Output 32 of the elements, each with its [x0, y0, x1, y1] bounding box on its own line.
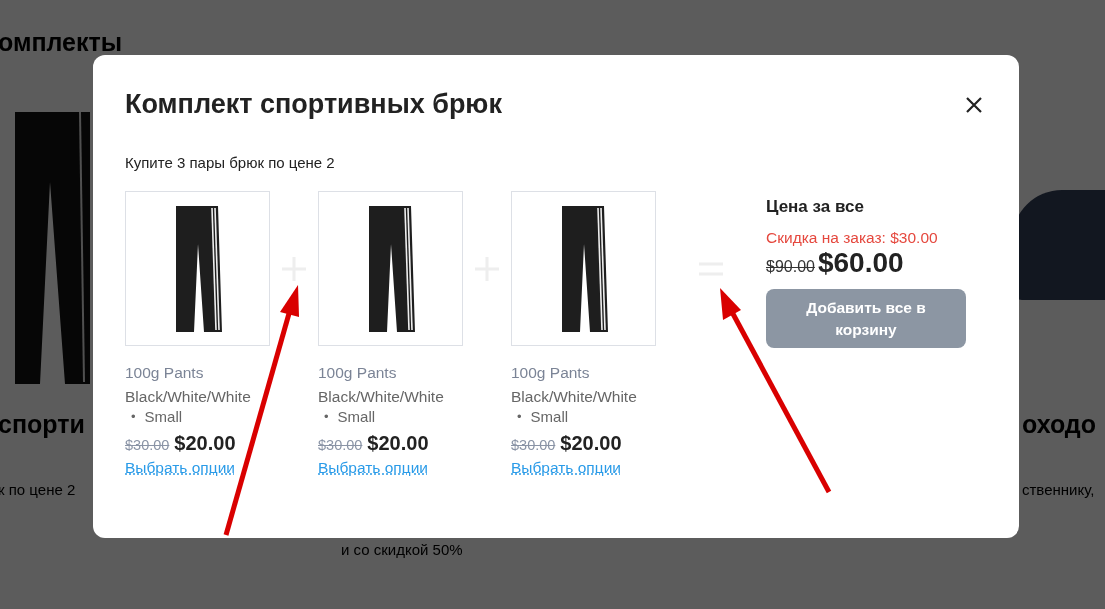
- product-variant: Black/White/White: [511, 388, 638, 406]
- old-price: $30.00: [318, 437, 363, 453]
- bundle-description: Купите 3 пары брюк по цене 2: [125, 154, 336, 171]
- discount-text: Скидка на заказ: $30.00: [766, 229, 939, 247]
- product-name: 100g Pants: [318, 364, 398, 382]
- old-price: $30.00: [511, 437, 556, 453]
- sale-price: $20.00: [367, 432, 429, 455]
- sale-price: $20.00: [560, 432, 622, 455]
- old-total: $90.00: [766, 258, 815, 276]
- product-variant: Black/White/White: [318, 388, 445, 406]
- dialog-title: Комплект спортивных брюк: [125, 89, 502, 120]
- add-all-to-cart-button[interactable]: Добавить все в корзину: [766, 289, 966, 348]
- product-description: и со скидкой 50%: [341, 541, 463, 558]
- product-size: Small: [337, 408, 376, 426]
- bullet-mark: •: [324, 408, 329, 426]
- total-heading: Цена за все: [766, 197, 865, 217]
- product-size: Small: [144, 408, 183, 426]
- bullet-mark: •: [517, 408, 522, 426]
- close-icon: [965, 95, 983, 114]
- old-price: $30.00: [125, 437, 170, 453]
- sale-price: $20.00: [174, 432, 236, 455]
- options-link[interactable]: Выбрать опции: [125, 459, 270, 477]
- options-link[interactable]: Выбрать опции: [318, 459, 463, 477]
- bullet-mark: •: [131, 408, 136, 426]
- product-name: 100g Pants: [125, 364, 205, 382]
- options-link[interactable]: Выбрать опции: [511, 459, 656, 477]
- product-name: 100g Pants: [511, 364, 591, 382]
- product-size: Small: [530, 408, 569, 426]
- product-description: ственнику,: [1022, 481, 1096, 498]
- total-price: $60.00: [817, 247, 904, 279]
- product-title: оходо: [1022, 410, 1096, 439]
- product-variant: Black/White/White: [125, 388, 252, 406]
